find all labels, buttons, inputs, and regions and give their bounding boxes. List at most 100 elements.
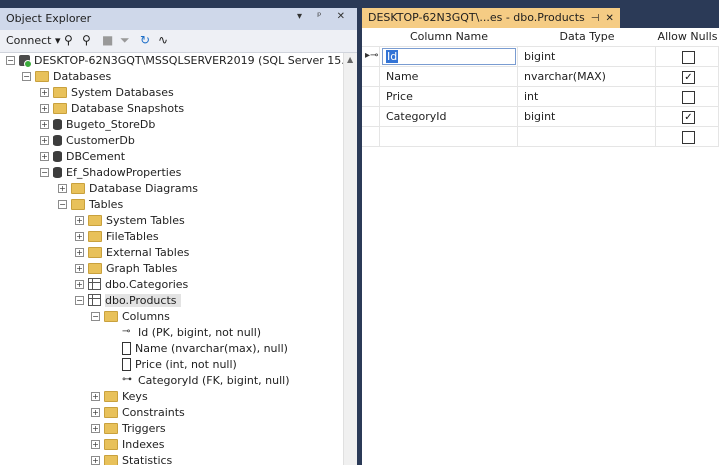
collapse-toggle[interactable]: − xyxy=(6,55,15,65)
database-icon xyxy=(53,150,62,162)
tree-node-external-tables[interactable]: + External Tables xyxy=(75,245,189,261)
close-icon[interactable]: ✕ xyxy=(606,13,614,24)
expand-toggle[interactable]: + xyxy=(40,103,49,113)
tree-node-bugeto-storedb[interactable]: + Bugeto_StoreDb xyxy=(40,117,155,133)
tree-node-column-categoryid[interactable]: ⊶ CategoryId (FK, bigint, null) xyxy=(122,373,290,389)
row-selector[interactable]: ▸⊸ xyxy=(362,47,380,67)
refresh-icon[interactable]: ↻ xyxy=(140,33,150,47)
collapse-toggle[interactable]: − xyxy=(40,167,49,177)
tree-node-column-name[interactable]: Name (nvarchar(max), null) xyxy=(122,341,288,357)
allow-nulls-cell[interactable] xyxy=(656,127,719,147)
tree-node-dbo-categories[interactable]: + dbo.Categories xyxy=(75,277,188,293)
folder-icon xyxy=(104,454,118,465)
allow-nulls-checkbox[interactable]: ✓ xyxy=(682,111,695,124)
tree-node-label: External Tables xyxy=(106,246,190,259)
expand-toggle[interactable]: + xyxy=(91,439,100,449)
allow-nulls-cell[interactable] xyxy=(656,47,719,67)
tree-node-tables[interactable]: − Tables xyxy=(58,197,123,213)
expand-toggle[interactable]: + xyxy=(58,183,67,193)
collapse-toggle[interactable]: − xyxy=(91,311,100,321)
column-name-cell[interactable] xyxy=(380,127,518,147)
connect-label: Connect xyxy=(6,34,52,47)
tree-node-label: Indexes xyxy=(122,438,165,451)
column-name-cell[interactable]: Name xyxy=(380,67,518,87)
tree-node-dbo-products[interactable]: − dbo.Products xyxy=(75,293,181,309)
column-name-header: Column Name xyxy=(380,28,519,47)
allow-nulls-cell[interactable]: ✓ xyxy=(656,67,719,87)
tree-node-columns[interactable]: − Columns xyxy=(91,309,170,325)
tree-node-constraints[interactable]: + Constraints xyxy=(91,405,185,421)
expand-toggle[interactable]: + xyxy=(40,151,49,161)
expand-toggle[interactable]: + xyxy=(40,87,49,97)
tree-node-system-tables[interactable]: + System Tables xyxy=(75,213,185,229)
expand-toggle[interactable]: + xyxy=(40,119,49,129)
expand-toggle[interactable]: + xyxy=(75,279,84,289)
row-selector[interactable] xyxy=(362,127,380,147)
allow-nulls-checkbox[interactable] xyxy=(682,131,695,144)
panel-window-controls[interactable]: ▾ ᵖ ✕ xyxy=(297,11,351,22)
allow-nulls-cell[interactable] xyxy=(656,87,719,107)
allow-nulls-checkbox[interactable] xyxy=(682,91,695,104)
row-selector[interactable] xyxy=(362,107,380,127)
expand-toggle[interactable]: + xyxy=(91,407,100,417)
data-type-cell[interactable]: bigint xyxy=(518,107,656,127)
tree-node-databases[interactable]: − Databases xyxy=(22,69,111,85)
table-icon xyxy=(88,294,101,306)
tree-node-database-diagrams[interactable]: + Database Diagrams xyxy=(58,181,198,197)
data-type-cell[interactable]: bigint xyxy=(518,47,656,67)
expand-toggle[interactable]: + xyxy=(91,391,100,401)
allow-nulls-checkbox[interactable]: ✓ xyxy=(682,71,695,84)
expand-toggle[interactable]: + xyxy=(75,247,84,257)
document-tab-bar: DESKTOP-62N3GQT\...es - dbo.Products ⊣ ✕ xyxy=(362,8,719,28)
data-type-cell[interactable]: int xyxy=(518,87,656,107)
stop-icon[interactable]: ■ xyxy=(102,33,113,47)
folder-icon xyxy=(104,390,118,402)
tree-node-label: Ef_ShadowProperties xyxy=(66,166,182,179)
filter-icon[interactable]: ⏷ xyxy=(120,33,130,48)
tree-node-column-price[interactable]: Price (int, not null) xyxy=(122,357,237,373)
expand-toggle[interactable]: + xyxy=(75,263,84,273)
tree-node-keys[interactable]: + Keys xyxy=(91,389,148,405)
activity-monitor-icon[interactable]: ∿ xyxy=(158,33,168,47)
column-name-cell[interactable]: Price xyxy=(380,87,518,107)
row-selector[interactable] xyxy=(362,67,380,87)
column-name-cell[interactable]: CategoryId xyxy=(380,107,518,127)
scroll-up-icon[interactable]: ▲ xyxy=(347,55,353,64)
tree-node-column-id[interactable]: ⊸ Id (PK, bigint, not null) xyxy=(122,325,261,341)
tree-node-label: System Tables xyxy=(106,214,185,227)
connect-object-explorer-icon[interactable]: ⚲ xyxy=(64,33,73,47)
tree-node-system-databases[interactable]: + System Databases xyxy=(40,85,174,101)
tab-dbo-products[interactable]: DESKTOP-62N3GQT\...es - dbo.Products ⊣ ✕ xyxy=(362,8,620,28)
data-type-cell[interactable] xyxy=(518,127,656,147)
tree-node-graph-tables[interactable]: + Graph Tables xyxy=(75,261,177,277)
table-icon xyxy=(88,278,101,290)
collapse-toggle[interactable]: − xyxy=(58,199,67,209)
expand-toggle[interactable]: + xyxy=(75,231,84,241)
connect-button[interactable]: Connect ▾ xyxy=(6,34,61,47)
row-selector[interactable] xyxy=(362,87,380,107)
collapse-toggle[interactable]: − xyxy=(75,295,84,305)
data-type-cell[interactable]: nvarchar(MAX) xyxy=(518,67,656,87)
expand-toggle[interactable]: + xyxy=(75,215,84,225)
tree-node-indexes[interactable]: + Indexes xyxy=(91,437,164,453)
pin-icon[interactable]: ⊣ xyxy=(591,13,600,24)
tree-node-server[interactable]: − DESKTOP-62N3GQT\MSSQLSERVER2019 (SQL Se… xyxy=(6,53,343,69)
column-name-editor[interactable]: Id xyxy=(382,48,516,65)
collapse-toggle[interactable]: − xyxy=(22,71,31,81)
allow-nulls-cell[interactable]: ✓ xyxy=(656,107,719,127)
object-explorer-title: Object Explorer xyxy=(6,12,92,25)
expand-toggle[interactable]: + xyxy=(91,455,100,465)
disconnect-icon[interactable]: ⚲ xyxy=(82,33,91,47)
tree-node-statistics[interactable]: + Statistics xyxy=(91,453,172,465)
tree-node-dbcement[interactable]: + DBCement xyxy=(40,149,125,165)
tree-vertical-scrollbar[interactable]: ▲ xyxy=(343,53,358,465)
tree-node-filetables[interactable]: + FileTables xyxy=(75,229,159,245)
tree-node-ef-shadowproperties[interactable]: − Ef_ShadowProperties xyxy=(40,165,181,181)
tree-node-customerdb[interactable]: + CustomerDb xyxy=(40,133,135,149)
column-name-cell[interactable]: Id xyxy=(380,47,518,67)
allow-nulls-checkbox[interactable] xyxy=(682,51,695,64)
expand-toggle[interactable]: + xyxy=(40,135,49,145)
tree-node-database-snapshots[interactable]: + Database Snapshots xyxy=(40,101,184,117)
expand-toggle[interactable]: + xyxy=(91,423,100,433)
tree-node-triggers[interactable]: + Triggers xyxy=(91,421,166,437)
